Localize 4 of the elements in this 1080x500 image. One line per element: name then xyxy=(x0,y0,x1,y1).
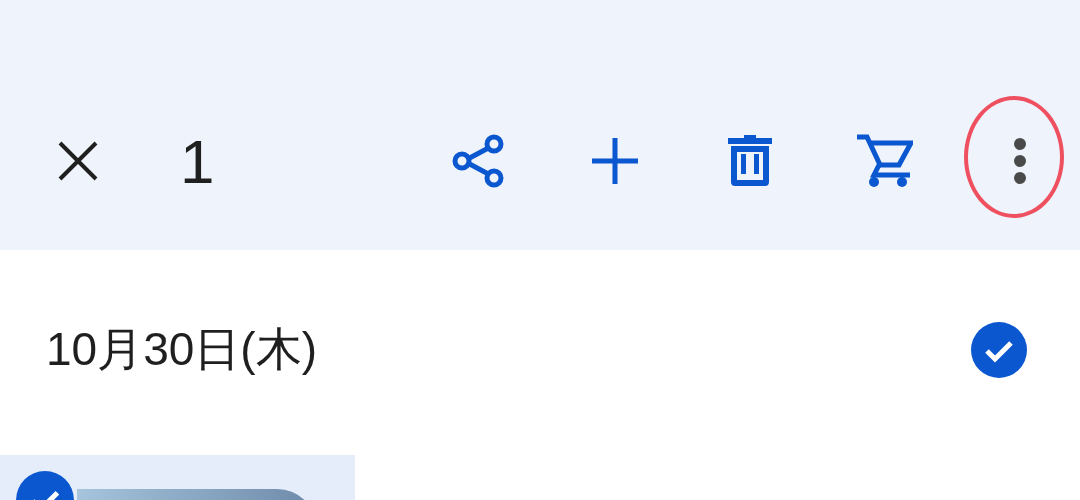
photo-tile[interactable] xyxy=(0,455,355,500)
date-heading: 10月30日(木) xyxy=(46,322,317,377)
selection-count: 1 xyxy=(180,125,216,197)
check-circle-icon[interactable] xyxy=(970,321,1028,379)
